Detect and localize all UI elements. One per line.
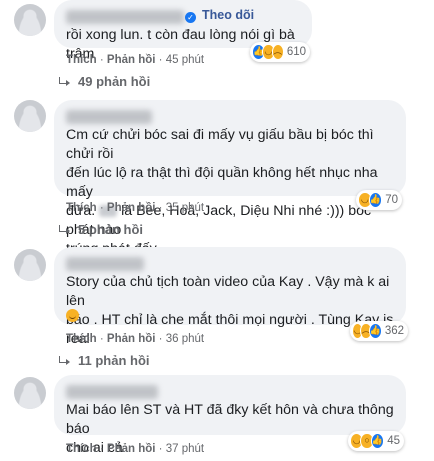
author-name-blurred[interactable] — [66, 110, 152, 124]
separator: · — [158, 54, 166, 66]
comment-text: Cm cứ chửi bóc sai đi mấy vụ giấu bầu bị… — [66, 126, 402, 259]
like-icon: 👍 — [368, 323, 382, 339]
comment-4: Mai báo lên ST và HT đã đky kết hôn và c… — [0, 375, 434, 461]
author-name-blurred[interactable] — [66, 385, 158, 399]
replies-count: 49 phản hồi — [78, 74, 151, 89]
avatar[interactable] — [14, 249, 46, 281]
avatar[interactable] — [14, 100, 46, 132]
comment-2: Cm cứ chửi bóc sai đi mấy vụ giấu bầu bị… — [0, 97, 434, 257]
view-replies-link[interactable]: 5 phản hồi — [58, 222, 143, 237]
reaction-count: 70 — [385, 194, 398, 206]
timestamp[interactable]: 35 phút — [166, 202, 204, 214]
comment-1: ✓ Theo dõi rồi xong lun. t còn đau lòng … — [0, 0, 434, 95]
separator: · — [99, 54, 107, 66]
comment-actions: Thích · Phản hồi · 37 phút — [66, 443, 204, 455]
reaction-count: 610 — [286, 46, 306, 58]
separator: · — [99, 202, 107, 214]
avatar[interactable] — [14, 377, 46, 409]
reaction-summary[interactable]: ◡ ○ 👍 45 — [348, 431, 404, 451]
reply-button[interactable]: Phản hồi — [107, 54, 156, 66]
verified-icon: ✓ — [185, 12, 196, 23]
sad-icon: ︵ — [271, 44, 284, 60]
author-name-blurred[interactable] — [66, 10, 184, 24]
smile-emoji-icon — [66, 309, 79, 322]
reply-arrow-icon — [58, 355, 70, 366]
like-icon: 👍 — [370, 433, 385, 449]
like-button[interactable]: Thích — [66, 54, 97, 66]
reply-button[interactable]: Phản hồi — [107, 202, 156, 214]
view-replies-link[interactable]: 49 phản hồi — [58, 74, 150, 89]
like-button[interactable]: Thích — [66, 333, 97, 345]
reply-arrow-icon — [58, 224, 70, 235]
reaction-summary[interactable]: ◡ ︵ 👍 362 — [350, 321, 408, 341]
author-name-blurred[interactable] — [66, 257, 144, 271]
reply-button[interactable]: Phản hồi — [107, 333, 156, 345]
like-button[interactable]: Thích — [66, 202, 97, 214]
separator: · — [158, 333, 166, 345]
comment-bubble: Cm cứ chửi bóc sai đi mấy vụ giấu bầu bị… — [54, 100, 406, 257]
separator: · — [99, 443, 107, 455]
like-icon: 👍 — [368, 192, 383, 208]
reaction-count: 45 — [387, 435, 401, 447]
separator: · — [158, 443, 166, 455]
reaction-count: 362 — [384, 325, 404, 337]
comment-bubble: Mai báo lên ST và HT đã đky kết hôn và c… — [54, 375, 406, 456]
reply-arrow-icon — [58, 76, 70, 87]
replies-count: 11 phản hồi — [78, 353, 150, 368]
follow-link[interactable]: Theo dõi — [202, 8, 254, 22]
comment-bubble: ✓ Theo dõi rồi xong lun. t còn đau lòng … — [54, 0, 312, 62]
comment-actions: Thích · Phản hồi · 35 phút — [66, 202, 204, 214]
timestamp[interactable]: 36 phút — [166, 333, 204, 345]
like-button[interactable]: Thích — [66, 443, 97, 455]
reaction-summary[interactable]: 👍 ◡ ︵ 610 — [250, 42, 310, 62]
replies-count: 5 phản hồi — [78, 222, 143, 237]
separator: · — [99, 333, 107, 345]
timestamp[interactable]: 45 phút — [166, 54, 204, 66]
reaction-summary[interactable]: ◡ 👍 70 — [356, 190, 402, 210]
timestamp[interactable]: 37 phút — [166, 443, 204, 455]
reply-button[interactable]: Phản hồi — [107, 443, 156, 455]
avatar[interactable] — [14, 4, 46, 36]
comment-bubble: Story của chủ tịch toàn video của Kay . … — [54, 247, 406, 347]
comment-3: Story của chủ tịch toàn video của Kay . … — [0, 247, 434, 371]
comment-actions: Thích · Phản hồi · 45 phút — [66, 54, 204, 66]
comment-actions: Thích · Phản hồi · 36 phút — [66, 333, 204, 345]
separator: · — [158, 202, 166, 214]
view-replies-link[interactable]: 11 phản hồi — [58, 353, 150, 368]
